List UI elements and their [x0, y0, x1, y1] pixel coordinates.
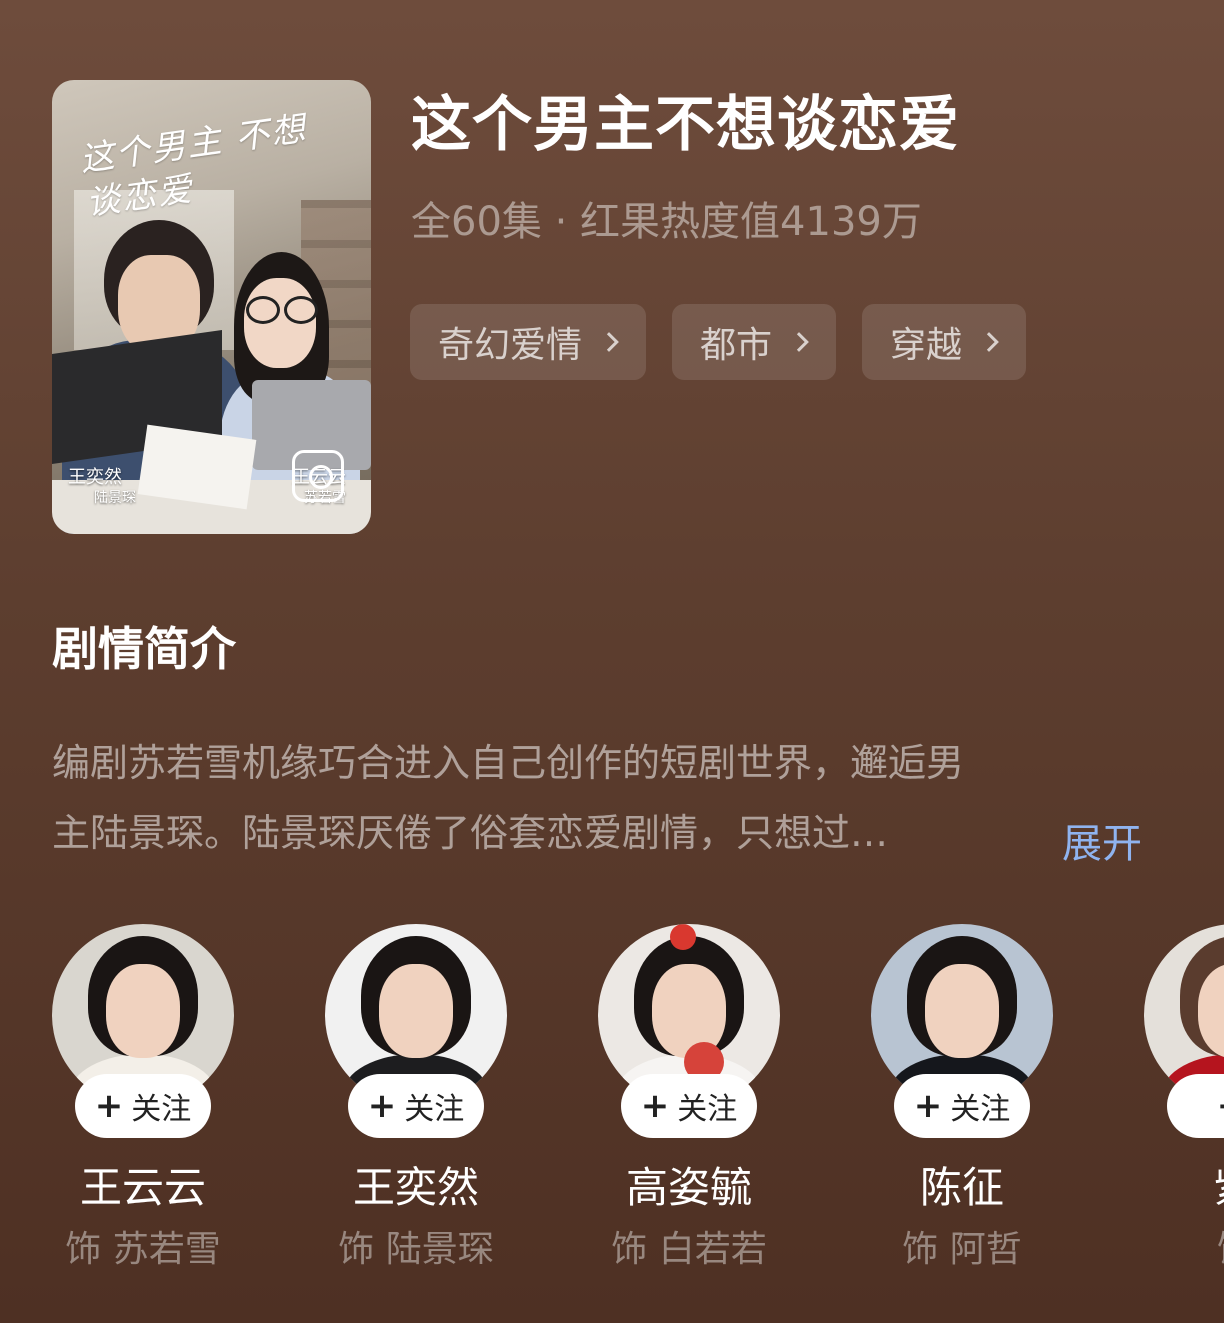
genre-tags: 奇幻爱情 都市 穿越 [410, 304, 1027, 380]
synopsis-heading: 剧情简介 [52, 622, 236, 676]
tag-label: 穿越 [890, 325, 963, 366]
follow-button[interactable]: + 关注 [894, 1074, 1030, 1138]
plus-icon: + [640, 1086, 670, 1126]
synopsis-text: 编剧苏若雪机缘巧合进入自己创作的短剧世界，邂逅男 主陆景琛。陆景琛厌倦了俗套恋爱… [52, 728, 1162, 868]
cast-name: 紫 [1144, 1160, 1224, 1216]
avatar-face [106, 964, 180, 1058]
plus-icon: + [913, 1086, 943, 1126]
avatar-face [925, 964, 999, 1058]
cast-member[interactable]: + 关注 陈征 饰 阿哲 [871, 924, 1053, 1284]
follow-label: 关注 [404, 1092, 465, 1127]
follow-label: 关注 [677, 1092, 738, 1127]
drama-poster[interactable]: 这个男主 不想谈恋爱 王奕然 陆景琛 王云云 苏若雪 [52, 80, 371, 534]
follow-button[interactable]: + [1167, 1074, 1224, 1138]
poster-glasses [246, 296, 318, 324]
poster-design-card [137, 424, 257, 510]
cast-name: 王奕然 [352, 1163, 479, 1212]
synopsis-line: 编剧苏若雪机缘巧合进入自己创作的短剧世界，邂逅男 [52, 741, 965, 785]
poster-credit-left-role: 陆景琛 [94, 490, 136, 506]
chevron-right-icon [979, 332, 999, 352]
tag-label: 奇幻爱情 [438, 325, 583, 366]
cast-name: 高姿毓 [625, 1163, 752, 1212]
tag-label: 都市 [700, 325, 773, 366]
drama-title: 这个男主不想谈恋爱 [411, 90, 960, 160]
chevron-right-icon [599, 332, 619, 352]
cast-member[interactable]: + 关注 王云云 饰 苏若雪 [52, 924, 234, 1284]
plus-icon: + [94, 1086, 124, 1126]
tag-urban[interactable]: 都市 [672, 304, 837, 380]
follow-label: 关注 [131, 1092, 192, 1127]
drama-meta: 全60集 · 红果热度值4139万 [411, 199, 922, 245]
synopsis-line: 主陆景琛。陆景琛厌倦了俗套恋爱剧情，只想过… [52, 811, 889, 855]
avatar-face [652, 964, 726, 1058]
image-search-icon[interactable] [292, 450, 344, 502]
cast-name: 王云云 [79, 1163, 206, 1212]
cast-role: 饰 阿哲 [902, 1229, 1022, 1270]
chevron-right-icon [789, 332, 809, 352]
cast-member[interactable]: + 关注 王奕然 饰 陆景琛 [325, 924, 507, 1284]
plus-icon: + [367, 1086, 397, 1126]
apple-prop [670, 924, 696, 950]
avatar-face [379, 964, 453, 1058]
cast-role: 饰 [1144, 1226, 1224, 1274]
follow-button[interactable]: + 关注 [75, 1074, 211, 1138]
follow-label: 关注 [950, 1092, 1011, 1127]
tag-fantasy-romance[interactable]: 奇幻爱情 [410, 304, 647, 380]
poster-credit-left-actor: 王奕然 [68, 467, 122, 488]
cast-role: 饰 陆景琛 [338, 1229, 494, 1270]
cast-member[interactable]: + 紫 饰 [1144, 924, 1224, 1284]
cast-name: 陈征 [919, 1163, 1004, 1212]
cast-list: + 关注 王云云 饰 苏若雪 + 关注 王奕然 饰 陆景琛 + 关注 高姿毓 饰… [52, 924, 1224, 1304]
follow-button[interactable]: + 关注 [621, 1074, 757, 1138]
expand-synopsis-link[interactable]: 展开 [1062, 816, 1142, 872]
poster-credit-left: 王奕然 陆景琛 [68, 468, 136, 508]
plus-icon: + [1217, 1089, 1224, 1123]
cast-role: 饰 苏若雪 [65, 1229, 221, 1270]
tag-time-travel[interactable]: 穿越 [862, 304, 1027, 380]
cast-member[interactable]: + 关注 高姿毓 饰 白若若 [598, 924, 780, 1284]
follow-button[interactable]: + 关注 [348, 1074, 484, 1138]
cast-role: 饰 白若若 [611, 1229, 767, 1270]
